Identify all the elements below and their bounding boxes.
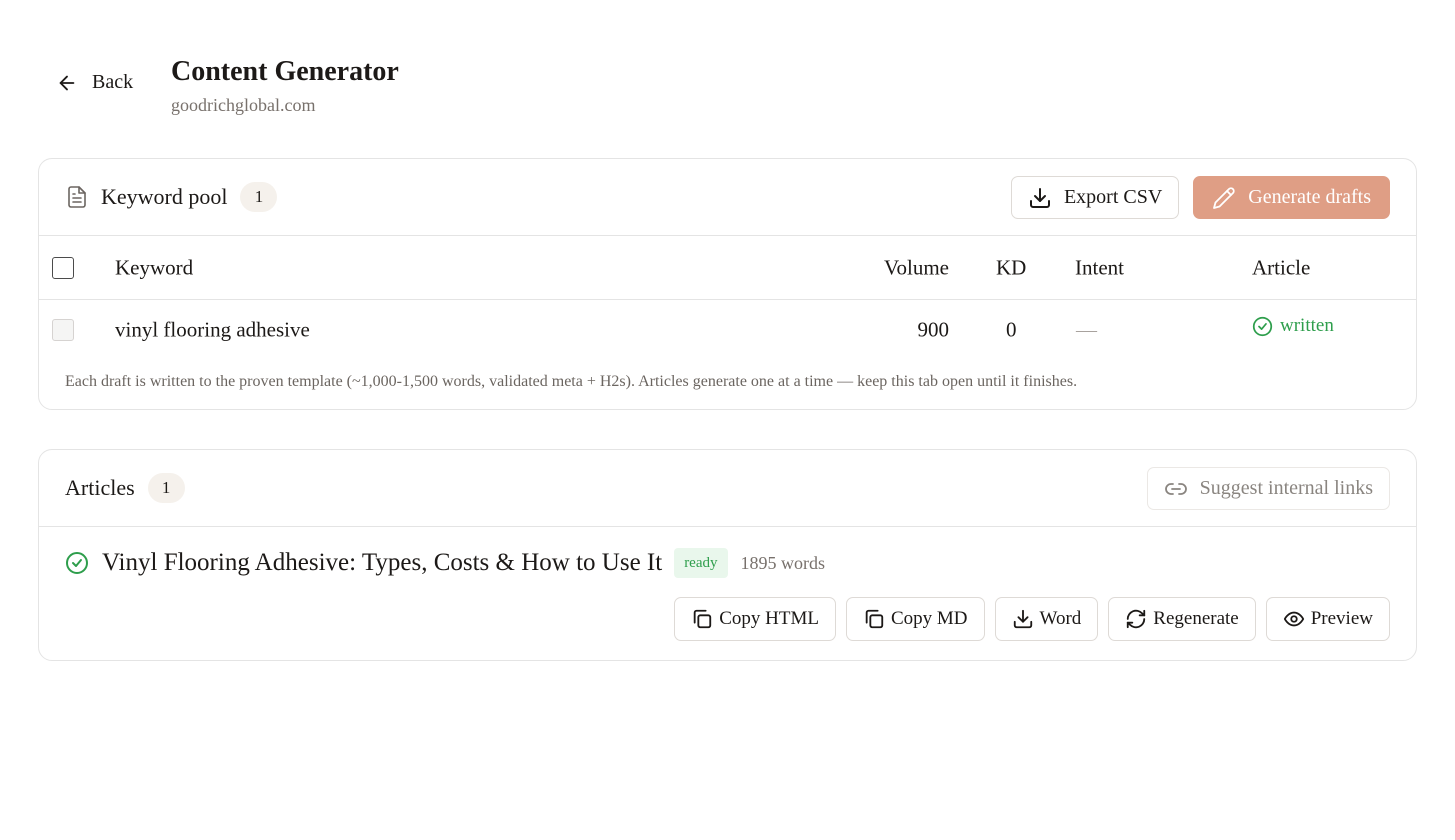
copy-md-label: Copy MD: [890, 608, 968, 629]
table-row: vinyl flooring adhesive 900 0 — written: [39, 300, 1416, 360]
suggest-internal-links-button[interactable]: Suggest internal links: [1146, 467, 1390, 510]
column-kd[interactable]: KD: [996, 255, 1026, 280]
regenerate-button[interactable]: Regenerate: [1108, 597, 1256, 641]
copy-icon: [693, 609, 712, 629]
select-all-checkbox[interactable]: [52, 256, 74, 279]
article-actions: Copy HTML Copy MD Word Regenerate Previe…: [674, 597, 1390, 641]
preview-button[interactable]: Preview: [1265, 597, 1390, 641]
keyword-pool-header: Keyword pool 1 Export CSV Generate draft…: [39, 159, 1416, 236]
article-status-label: written: [1280, 315, 1334, 336]
article-status: written: [1252, 315, 1334, 337]
download-icon: [1013, 609, 1032, 629]
download-icon: [1029, 187, 1050, 208]
refresh-icon: [1127, 609, 1146, 629]
generate-drafts-button[interactable]: Generate drafts: [1193, 176, 1390, 219]
column-keyword[interactable]: Keyword: [115, 255, 193, 280]
copy-icon: [865, 609, 884, 629]
export-csv-button[interactable]: Export CSV: [1010, 176, 1180, 219]
eye-icon: [1283, 611, 1304, 627]
back-button[interactable]: Back: [56, 71, 133, 94]
word-count: 1895 words: [740, 552, 826, 573]
keyword-table-header: Keyword Volume KD Intent Article: [39, 236, 1416, 300]
site-domain: goodrichglobal.com: [171, 95, 316, 115]
copy-html-button[interactable]: Copy HTML: [674, 597, 836, 641]
articles-count-badge: 1: [147, 473, 185, 503]
preview-label: Preview: [1310, 608, 1373, 629]
page-title: Content Generator: [171, 56, 399, 87]
keyword-pool-heading: Keyword pool 1: [65, 182, 278, 212]
articles-card: Articles 1 Suggest internal links Vinyl …: [38, 449, 1417, 661]
generation-note: Each draft is written to the proven temp…: [65, 373, 1078, 390]
download-word-button[interactable]: Word: [994, 597, 1099, 641]
keyword-cell: vinyl flooring adhesive: [115, 317, 310, 342]
volume-cell: 900: [917, 317, 950, 342]
article-title[interactable]: Vinyl Flooring Adhesive: Types, Costs & …: [102, 549, 662, 577]
articles-title: Articles: [65, 475, 135, 500]
articles-heading: Articles 1: [65, 473, 185, 503]
keyword-pool-actions: Export CSV Generate drafts: [1010, 176, 1390, 219]
export-csv-label: Export CSV: [1063, 186, 1163, 208]
intent-cell: —: [1076, 317, 1097, 342]
keyword-count-badge: 1: [240, 182, 278, 212]
status-badge: ready: [674, 548, 728, 578]
download-word-label: Word: [1039, 608, 1082, 629]
articles-actions: Suggest internal links: [1146, 467, 1390, 510]
check-circle-icon: [1252, 316, 1273, 336]
column-volume[interactable]: Volume: [884, 255, 949, 280]
column-intent[interactable]: Intent: [1075, 255, 1124, 280]
document-icon: [68, 186, 86, 208]
articles-header: Articles 1 Suggest internal links: [39, 450, 1416, 527]
regenerate-label: Regenerate: [1153, 608, 1239, 629]
pen-icon: [1213, 186, 1235, 209]
kd-cell: 0: [1006, 317, 1017, 342]
article-item: Vinyl Flooring Adhesive: Types, Costs & …: [65, 548, 825, 578]
copy-md-button[interactable]: Copy MD: [845, 597, 985, 641]
keyword-pool-card: Keyword pool 1 Export CSV Generate draft…: [38, 158, 1417, 410]
column-article: Article: [1252, 255, 1311, 279]
suggest-internal-links-label: Suggest internal links: [1199, 477, 1373, 499]
link-icon: [1164, 482, 1187, 495]
back-label: Back: [92, 71, 134, 93]
keyword-pool-title: Keyword pool: [101, 184, 228, 209]
title-block: Content Generator goodrichglobal.com: [171, 56, 571, 116]
row-checkbox[interactable]: [52, 319, 74, 341]
generate-drafts-label: Generate drafts: [1248, 186, 1371, 208]
check-circle-icon: [66, 552, 88, 574]
copy-html-label: Copy HTML: [719, 608, 819, 629]
arrow-left-icon: [59, 75, 75, 90]
